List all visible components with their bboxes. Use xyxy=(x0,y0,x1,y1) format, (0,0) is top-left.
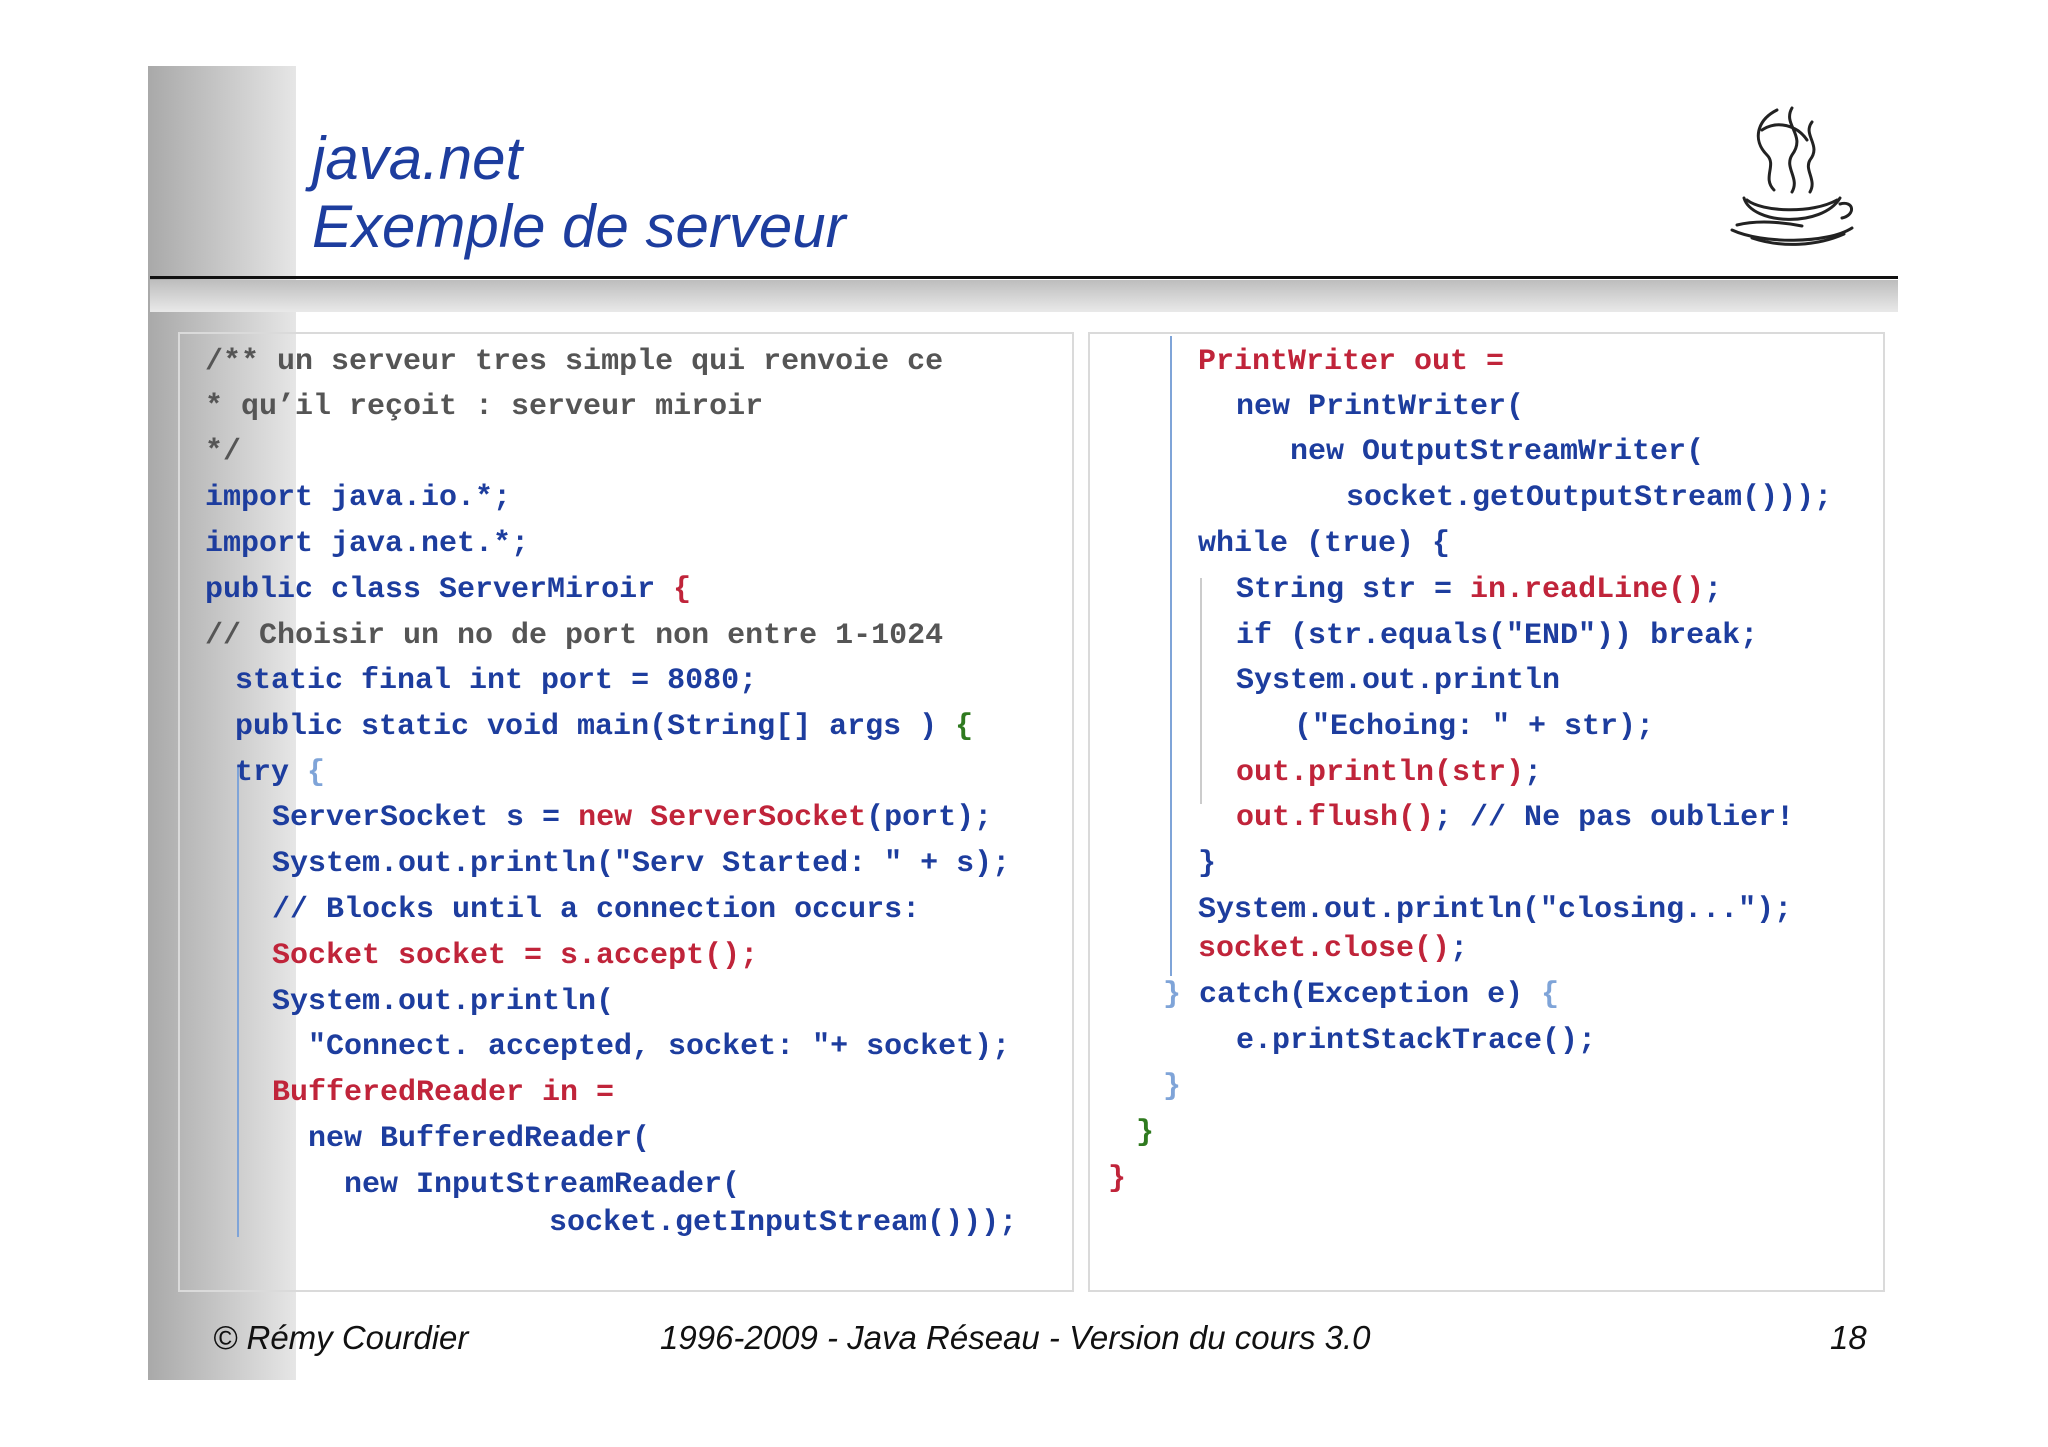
code-line: } xyxy=(1108,1162,1127,1196)
code-line: String str = in.readLine(); xyxy=(1236,573,1723,607)
code-line: out.println(str); xyxy=(1236,756,1543,790)
code-line: if (str.equals("END")) break; xyxy=(1236,619,1759,653)
code-line: System.out.println xyxy=(1236,664,1561,698)
code-line: socket.close(); xyxy=(1198,932,1469,966)
footer-course-title: 1996-2009 - Java Réseau - Version du cou… xyxy=(660,1319,1371,1356)
code-line: // Blocks until a connection occurs: xyxy=(272,893,921,927)
code-line: public static void main(String[] args ) … xyxy=(235,710,974,744)
code-line: new PrintWriter( xyxy=(1236,390,1525,424)
code-line: } xyxy=(1163,1070,1182,1104)
try-block-indent-bar xyxy=(237,765,239,1237)
code-line: PrintWriter out = xyxy=(1198,345,1505,379)
code-line: */ xyxy=(205,435,242,469)
code-line: BufferedReader in = xyxy=(272,1076,615,1110)
try-block-indent-bar xyxy=(1170,336,1172,976)
code-line: socket.getInputStream())); xyxy=(549,1206,1018,1240)
code-line: ServerSocket s = new ServerSocket(port); xyxy=(272,801,993,835)
code-line: // Choisir un no de port non entre 1-102… xyxy=(205,619,944,653)
code-line: System.out.println( xyxy=(272,985,615,1019)
while-block-indent-bar xyxy=(1200,578,1202,804)
code-line: import java.io.*; xyxy=(205,481,512,515)
code-line: new OutputStreamWriter( xyxy=(1290,435,1705,469)
header-band xyxy=(150,280,1898,312)
code-line: import java.net.*; xyxy=(205,527,530,561)
title-rule xyxy=(150,276,1898,279)
code-line: e.printStackTrace(); xyxy=(1236,1024,1597,1058)
code-line: System.out.println("closing..."); xyxy=(1198,893,1793,927)
code-line: * qu’il reçoit : serveur miroir xyxy=(205,390,764,424)
java-coffee-cup-logo-icon xyxy=(1722,100,1862,260)
code-line: while (true) { xyxy=(1198,527,1451,561)
code-line: ("Echoing: " + str); xyxy=(1294,710,1655,744)
code-line: new InputStreamReader( xyxy=(344,1168,741,1202)
footer-page-number: 18 xyxy=(1830,1319,1867,1356)
code-line: try { xyxy=(235,756,326,790)
slide-title: java.net Exemple de serveur xyxy=(312,125,846,261)
code-line: socket.getOutputStream())); xyxy=(1346,481,1833,515)
title-line-2: Exemple de serveur xyxy=(312,193,846,260)
code-line: } catch(Exception e) { xyxy=(1163,978,1560,1012)
code-line: } xyxy=(1198,847,1217,881)
code-line: Socket socket = s.accept(); xyxy=(272,939,759,973)
code-line: "Connect. accepted, socket: "+ socket); xyxy=(308,1030,1011,1064)
title-line-1: java.net xyxy=(312,125,523,192)
code-line: public class ServerMiroir { xyxy=(205,573,692,607)
code-line: out.flush(); // Ne pas oublier! xyxy=(1236,801,1795,835)
code-line: /** un serveur tres simple qui renvoie c… xyxy=(205,345,944,379)
code-line: System.out.println("Serv Started: " + s)… xyxy=(272,847,1011,881)
code-line: static final int port = 8080; xyxy=(235,664,758,698)
code-line: } xyxy=(1136,1116,1155,1150)
footer-author: © Rémy Courdier xyxy=(213,1319,469,1356)
code-line: new BufferedReader( xyxy=(308,1122,651,1156)
